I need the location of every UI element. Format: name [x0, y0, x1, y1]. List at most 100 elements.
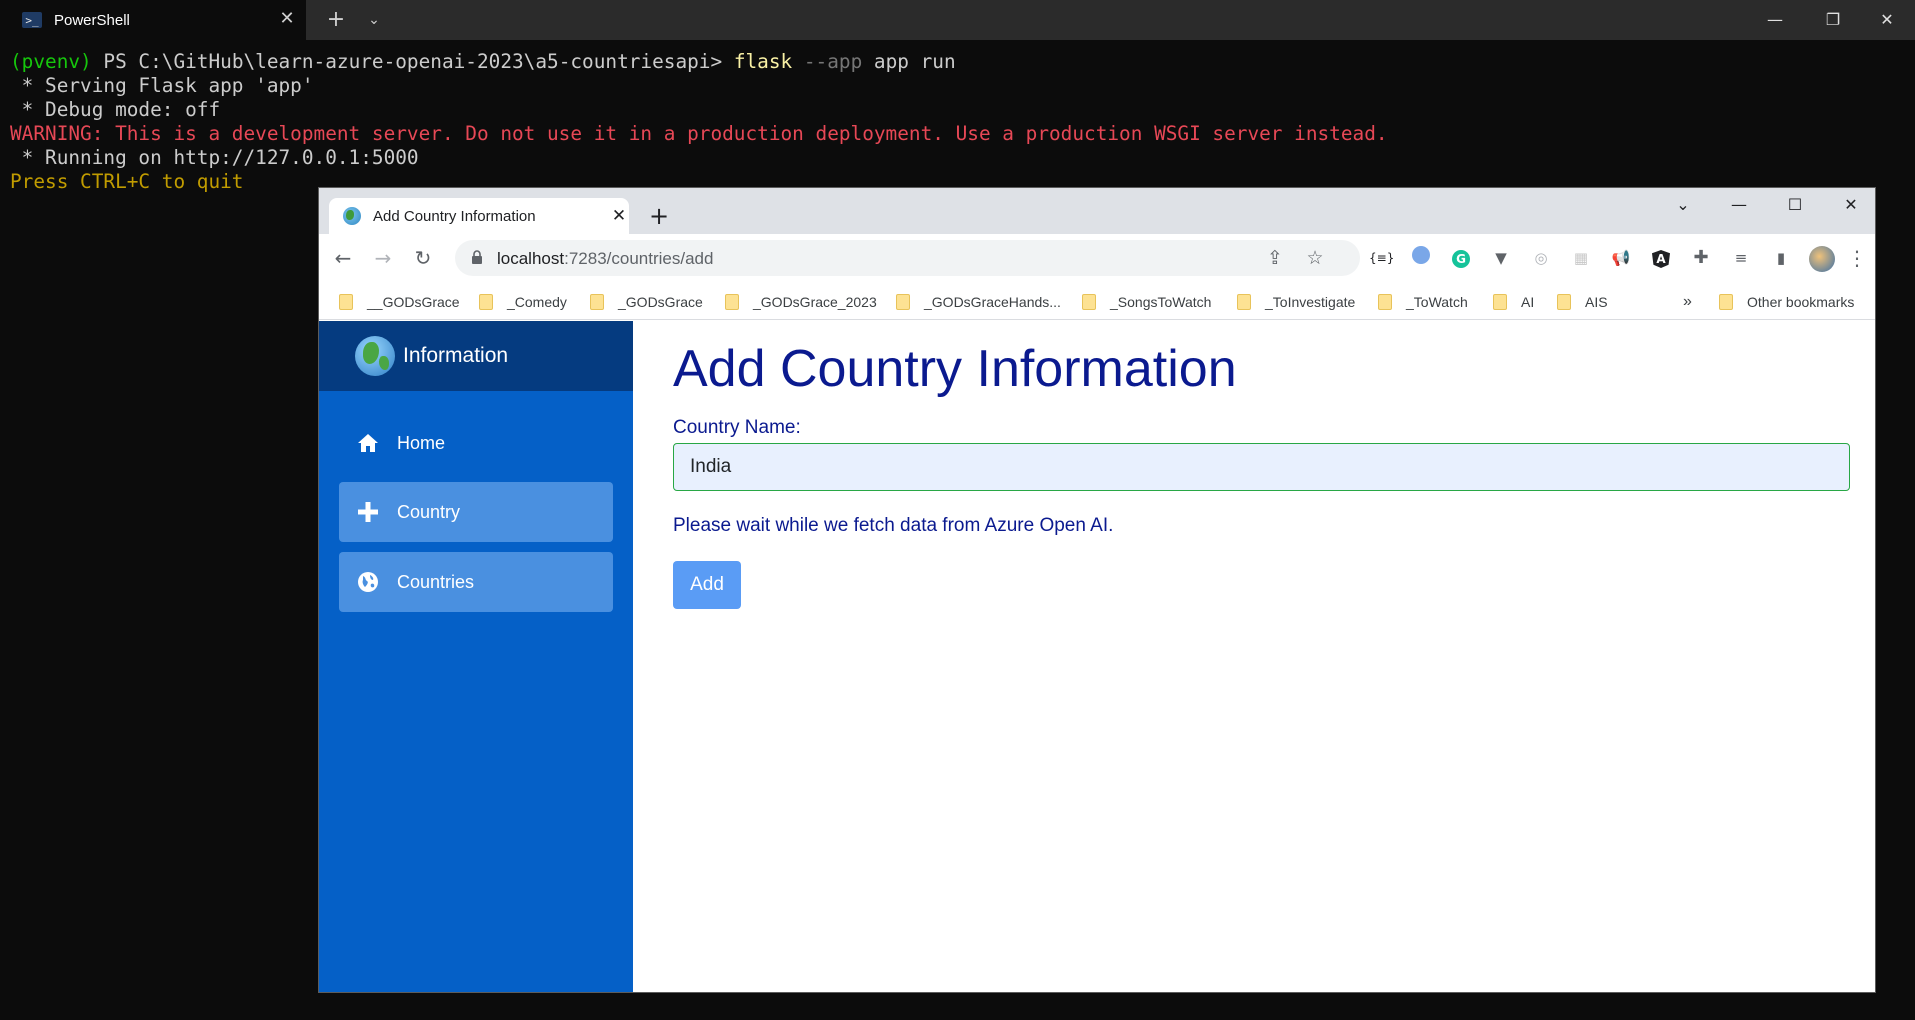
folder-icon: [339, 294, 353, 310]
bookmark-label: _GODsGraceHands...: [924, 294, 1061, 310]
side-panel-icon[interactable]: ▮: [1769, 246, 1793, 270]
address-bar[interactable]: localhost:7283/countries/add ⇪ ☆: [455, 240, 1360, 276]
bookmark-label: Other bookmarks: [1747, 294, 1855, 310]
browser-window: Add Country Information ✕ + ⌄ — ☐ ✕ ← → …: [318, 187, 1876, 993]
json-extension-icon[interactable]: {≡}: [1369, 246, 1394, 270]
sidebar: Information Home Country Countries: [319, 321, 633, 992]
back-icon[interactable]: ←: [329, 244, 357, 272]
bookmark-folder[interactable]: _GODsGraceHands...: [896, 292, 1061, 312]
bookmark-label: AIS: [1585, 294, 1608, 310]
browser-tabstrip: Add Country Information ✕ + ⌄ — ☐ ✕: [319, 188, 1875, 234]
status-message: Please wait while we fetch data from Azu…: [673, 515, 1114, 536]
country-name-input[interactable]: [673, 443, 1850, 491]
page-title: Add Country Information: [673, 340, 1237, 398]
profile-avatar[interactable]: [1809, 246, 1835, 272]
folder-icon: [1719, 294, 1733, 310]
country-name-label: Country Name:: [673, 417, 801, 438]
bookmark-label: __GODsGrace: [367, 294, 460, 310]
browser-tab[interactable]: Add Country Information ✕: [329, 198, 629, 234]
web-page: Information Home Country Countries Add C…: [319, 321, 1875, 992]
terminal-tab[interactable]: >_ PowerShell ✕: [0, 0, 306, 40]
bookmarks-overflow-button[interactable]: »: [1683, 292, 1692, 312]
plus-icon: [355, 499, 381, 525]
url-path: :7283/countries/add: [564, 249, 714, 268]
browser-tab-title: Add Country Information: [373, 207, 536, 225]
folder-icon: [1493, 294, 1507, 310]
bookmarks-bar: __GODsGrace _Comedy _GODsGrace _GODsGrac…: [319, 282, 1875, 320]
other-bookmarks-folder[interactable]: Other bookmarks: [1719, 292, 1854, 312]
extension-icon[interactable]: [1409, 246, 1433, 270]
bookmark-label: _Comedy: [507, 294, 567, 310]
minimize-button[interactable]: —: [1747, 0, 1803, 40]
debug-line: * Debug mode: off: [10, 98, 221, 121]
sidebar-item-label: Home: [397, 432, 446, 453]
extension-icon[interactable]: ◎: [1529, 246, 1553, 270]
powershell-icon: >_: [22, 12, 42, 28]
sidebar-item-label: Countries: [397, 571, 475, 592]
bookmark-label: _ToWatch: [1406, 294, 1468, 310]
bookmark-folder[interactable]: _GODsGrace: [590, 292, 703, 312]
add-button[interactable]: Add: [673, 561, 741, 609]
bookmark-folder[interactable]: AIS: [1557, 292, 1608, 312]
venv-label: (pvenv): [10, 50, 92, 73]
bookmark-star-icon[interactable]: ☆: [1303, 246, 1327, 270]
bookmark-label: _SongsToWatch: [1110, 294, 1212, 310]
new-tab-button[interactable]: +: [322, 6, 350, 34]
lock-icon: [472, 250, 482, 264]
bookmark-folder[interactable]: __GODsGrace: [339, 292, 460, 312]
new-tab-button[interactable]: +: [645, 202, 673, 230]
serving-line: * Serving Flask app 'app': [10, 74, 314, 97]
close-icon[interactable]: ✕: [276, 8, 298, 30]
bookmark-folder[interactable]: _Comedy: [479, 292, 567, 312]
running-line: * Running on http://127.0.0.1:5000: [10, 146, 419, 169]
bookmark-label: _GODsGrace_2023: [753, 294, 877, 310]
more-menu-icon[interactable]: ⋮: [1845, 246, 1869, 270]
share-icon[interactable]: ⇪: [1263, 246, 1287, 270]
bookmark-folder[interactable]: _GODsGrace_2023: [725, 292, 877, 312]
url-text: localhost:7283/countries/add: [497, 249, 713, 269]
sidebar-item-label: Country: [397, 501, 461, 522]
media-control-icon[interactable]: ≡: [1729, 246, 1753, 270]
globe-favicon-icon: [343, 207, 361, 225]
sidebar-brand[interactable]: Information: [319, 321, 633, 391]
forward-icon[interactable]: →: [369, 244, 397, 272]
restore-button[interactable]: ❐: [1805, 0, 1861, 40]
minimize-button[interactable]: —: [1711, 188, 1767, 222]
command-args: app run: [862, 50, 956, 73]
bookmark-folder[interactable]: _ToWatch: [1378, 292, 1468, 312]
close-tab-icon[interactable]: ✕: [607, 204, 631, 228]
folder-icon: [725, 294, 739, 310]
maximize-button[interactable]: ☐: [1767, 188, 1823, 222]
url-host: localhost: [497, 249, 565, 268]
reload-icon[interactable]: ↻: [409, 244, 437, 272]
sidebar-item-home[interactable]: Home: [339, 413, 613, 473]
close-window-button[interactable]: ✕: [1823, 188, 1875, 222]
bookmark-folder[interactable]: _SongsToWatch: [1082, 292, 1211, 312]
close-window-button[interactable]: ✕: [1859, 0, 1915, 40]
folder-icon: [1237, 294, 1251, 310]
chevron-down-icon[interactable]: ⌄: [360, 6, 388, 34]
folder-icon: [1557, 294, 1571, 310]
megaphone-icon[interactable]: 📢: [1609, 246, 1633, 270]
bookmark-label: AI: [1521, 294, 1535, 310]
terminal-output[interactable]: (pvenv) PS C:\GitHub\learn-azure-openai-…: [10, 50, 1388, 194]
terminal-titlebar: >_ PowerShell ✕ + ⌄ — ❐ ✕: [0, 0, 1915, 40]
bookmark-label: _GODsGrace: [618, 294, 703, 310]
bookmark-folder[interactable]: _ToInvestigate: [1237, 292, 1355, 312]
vue-devtools-icon[interactable]: ▼: [1489, 246, 1513, 270]
extension-icon[interactable]: ▦: [1569, 246, 1593, 270]
brand-label: Information: [403, 344, 509, 367]
browser-toolbar: ← → ↻ localhost:7283/countries/add ⇪ ☆ {…: [319, 234, 1875, 282]
prompt-path: PS C:\GitHub\learn-azure-openai-2023\a5-…: [91, 50, 734, 73]
sidebar-item-country[interactable]: Country: [339, 482, 613, 542]
grammarly-icon[interactable]: G: [1449, 246, 1473, 270]
quit-line: Press CTRL+C to quit: [10, 170, 244, 193]
bookmark-folder[interactable]: AI: [1493, 292, 1534, 312]
home-icon: [355, 430, 381, 456]
earth-icon: [355, 336, 395, 376]
angular-devtools-icon[interactable]: A: [1649, 246, 1673, 270]
warning-line: WARNING: This is a development server. D…: [10, 122, 1388, 145]
extensions-puzzle-icon[interactable]: ✚: [1689, 246, 1713, 270]
sidebar-item-countries[interactable]: Countries: [339, 552, 613, 612]
tab-search-icon[interactable]: ⌄: [1655, 188, 1711, 222]
